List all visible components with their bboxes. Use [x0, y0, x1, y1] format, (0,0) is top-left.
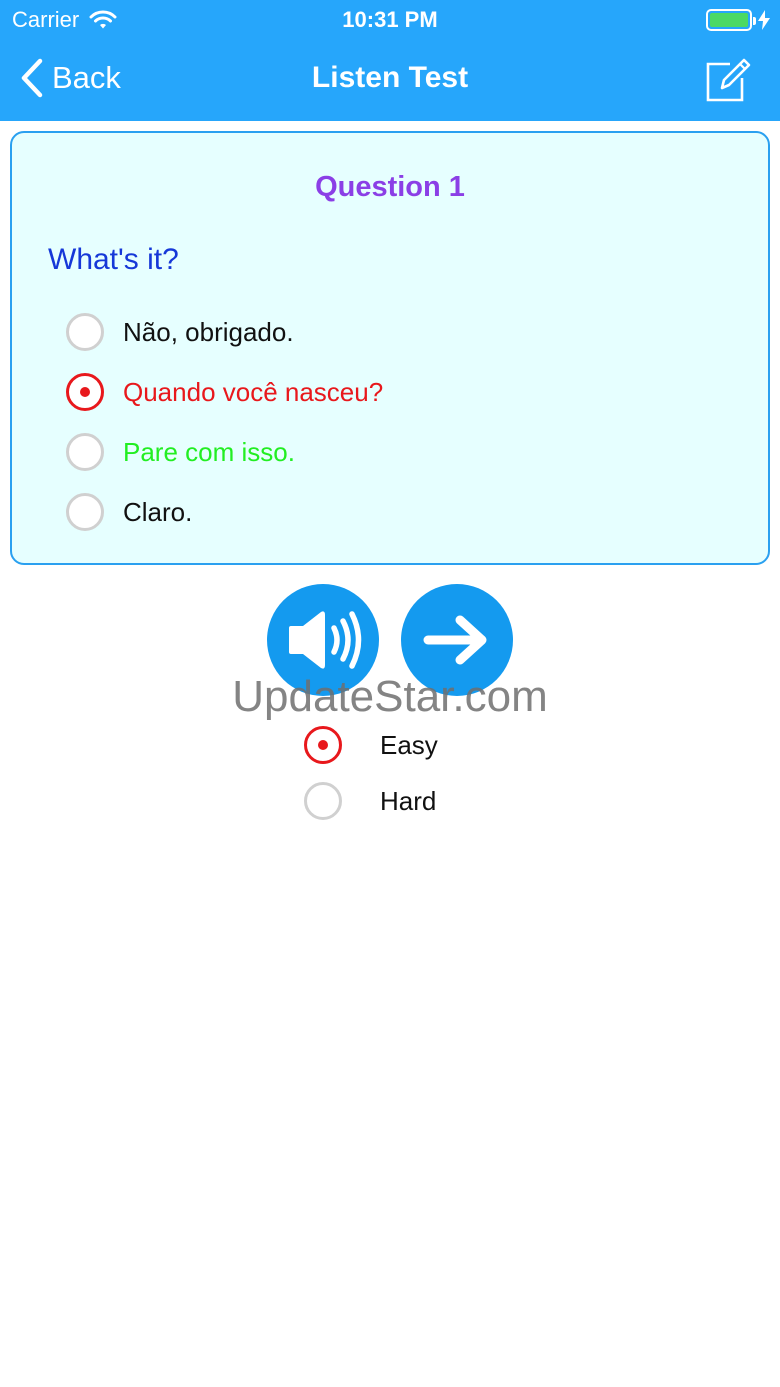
play-audio-button[interactable] [267, 584, 379, 696]
arrow-right-icon [423, 615, 487, 665]
battery-icon [706, 9, 756, 31]
edit-icon [706, 58, 751, 102]
back-button-label: Back [52, 60, 121, 95]
next-question-button[interactable] [401, 584, 513, 696]
watermark: UpdateStar.com [232, 672, 548, 721]
navigation-bar: Back Listen Test [0, 40, 780, 121]
question-card: Question 1 What's it? Não, obrigado. Qua… [10, 131, 770, 565]
answer-option[interactable]: Não, obrigado. [66, 312, 294, 352]
battery-level [710, 13, 748, 27]
difficulty-option-hard[interactable]: Hard [304, 781, 436, 821]
question-prompt: What's it? [48, 243, 179, 276]
status-time: 10:31 PM [342, 7, 438, 32]
question-title: Question 1 [315, 171, 465, 203]
speaker-icon [289, 611, 362, 669]
answer-option-label: Quando você nasceu? [123, 376, 384, 407]
answer-option-label: Claro. [123, 496, 193, 527]
difficulty-option-label: Easy [380, 729, 438, 760]
charging-bolt-icon [758, 10, 770, 30]
radio-button[interactable] [66, 433, 104, 471]
answer-option-label: Não, obrigado. [123, 316, 294, 347]
difficulty-option-label: Hard [380, 785, 437, 816]
battery-indicator [706, 9, 770, 31]
radio-button[interactable] [66, 313, 104, 351]
radio-button[interactable] [66, 373, 104, 411]
difficulty-option-easy[interactable]: Easy [304, 725, 438, 765]
answer-option[interactable]: Pare com isso. [66, 432, 295, 472]
status-bar: Carrier 10:31 PM [0, 0, 780, 40]
answer-option[interactable]: Claro. [66, 492, 192, 532]
top-bar: Carrier 10:31 PM Back Listen Test [0, 0, 780, 121]
radio-button[interactable] [304, 726, 342, 764]
back-button[interactable]: Back [20, 58, 121, 98]
edit-button[interactable] [704, 56, 752, 109]
radio-button[interactable] [66, 493, 104, 531]
radio-button[interactable] [304, 782, 342, 820]
chevron-left-icon [21, 58, 43, 98]
answer-option[interactable]: Quando você nasceu? [66, 372, 383, 412]
answer-option-label: Pare com isso. [123, 436, 295, 467]
